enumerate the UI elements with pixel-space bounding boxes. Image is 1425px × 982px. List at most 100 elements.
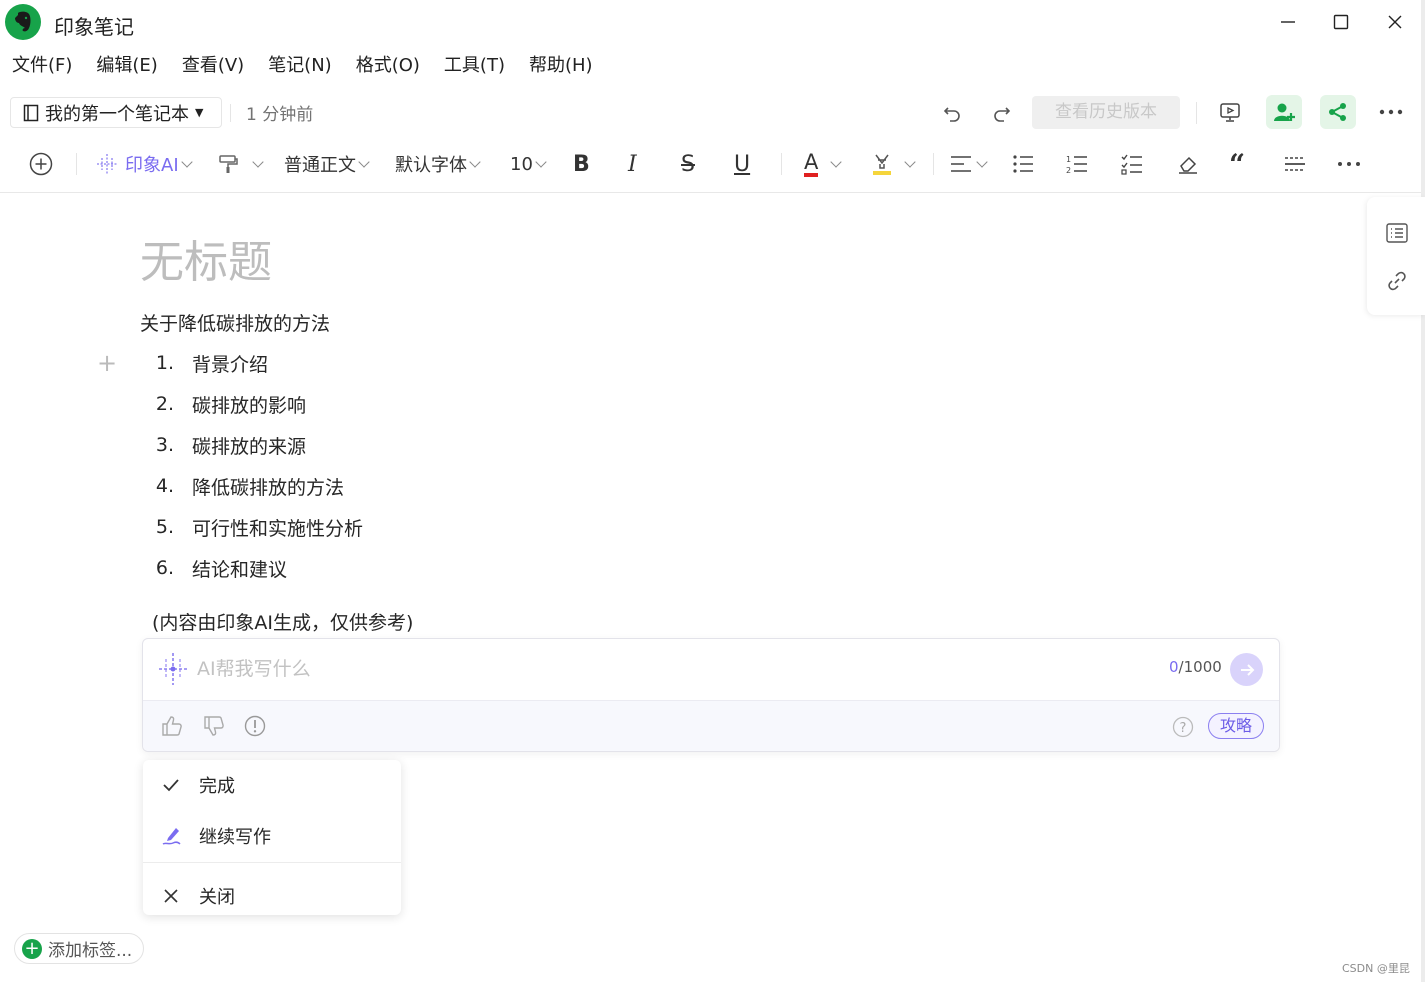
note-intro-line[interactable]: 关于降低碳排放的方法	[140, 309, 330, 336]
list-item-number: 2.	[155, 393, 174, 415]
font-dropdown[interactable]: 默认字体	[395, 140, 481, 188]
ai-disclaimer: (内容由印象AI生成，仅供参考)	[152, 612, 414, 634]
arrow-right-icon	[1240, 663, 1254, 676]
font-value: 默认字体	[395, 155, 467, 176]
check-icon	[163, 779, 179, 792]
guide-button[interactable]: 攻略	[1208, 713, 1264, 739]
note-title[interactable]: 无标题	[140, 226, 272, 290]
strikethrough-label: S	[681, 151, 695, 177]
paragraph-style-value: 普通正文	[284, 155, 356, 176]
underline-label: U	[734, 151, 751, 177]
char-counter-max: /1000	[1178, 658, 1222, 676]
sparkle-icon	[97, 154, 117, 174]
clear-format-button[interactable]	[1177, 140, 1199, 188]
title-bar: 印象笔记	[0, 0, 1421, 44]
numbered-list-button[interactable]: 1 2	[1066, 140, 1088, 188]
divider	[781, 153, 782, 175]
list-item[interactable]: 2. 碳排放的影响	[140, 386, 306, 422]
maximize-button[interactable]	[1326, 8, 1356, 36]
view-history-button[interactable]: 查看历史版本	[1032, 96, 1180, 129]
list-item[interactable]: 3. 碳排放的来源	[140, 427, 306, 463]
list-item-number: 4.	[155, 475, 174, 497]
ai-prompt-panel: 0/1000	[142, 638, 1280, 752]
undo-button[interactable]	[936, 97, 968, 129]
more-options-button[interactable]	[1374, 96, 1408, 128]
list-item-text: 背景介绍	[192, 353, 269, 376]
present-button[interactable]	[1214, 96, 1246, 128]
divider	[76, 153, 77, 175]
text-color-button[interactable]: A	[804, 140, 843, 188]
send-button[interactable]	[1230, 653, 1263, 686]
link-icon	[1388, 271, 1406, 291]
divider-line-button[interactable]	[1284, 140, 1306, 188]
highlight-button[interactable]	[872, 140, 916, 188]
underline-button[interactable]: U	[734, 140, 750, 188]
format-painter-button[interactable]	[218, 140, 264, 188]
char-counter: 0/1000	[1169, 658, 1222, 676]
close-window-button[interactable]	[1380, 8, 1410, 36]
ai-menu-button[interactable]: 印象AI	[95, 140, 193, 188]
alert-circle-icon	[244, 715, 266, 737]
side-panel	[1367, 197, 1425, 315]
checklist-button[interactable]	[1121, 140, 1143, 188]
backlink-button[interactable]	[1383, 267, 1411, 295]
redo-button[interactable]	[986, 97, 1018, 129]
quote-button[interactable]: “	[1229, 140, 1245, 188]
list-item-number: 3.	[155, 434, 174, 456]
menu-item-done[interactable]: 完成	[143, 760, 401, 810]
menu-note[interactable]: 笔记(N)	[256, 50, 344, 82]
list-item-text: 结论和建议	[192, 558, 288, 581]
list-item[interactable]: 1. 背景介绍	[140, 345, 268, 381]
menu-format[interactable]: 格式(O)	[344, 50, 432, 82]
thumbs-up-icon	[162, 716, 182, 736]
menu-tools[interactable]: 工具(T)	[432, 50, 517, 82]
menu-help[interactable]: 帮助(H)	[517, 50, 605, 82]
text-color-label: A	[804, 151, 819, 177]
ai-prompt-input[interactable]	[197, 653, 1097, 685]
italic-button[interactable]: I	[628, 140, 637, 188]
list-item[interactable]: 4. 降低碳排放的方法	[140, 468, 344, 504]
bullet-list-button[interactable]	[1012, 140, 1034, 188]
help-button[interactable]: ?	[1170, 714, 1196, 740]
font-size-value: 10	[510, 153, 533, 175]
menu-item-continue-writing[interactable]: 继续写作	[143, 811, 401, 861]
list-item[interactable]: 5. 可行性和实施性分析	[140, 509, 363, 545]
presentation-icon	[1220, 103, 1240, 122]
menu-item-close[interactable]: 关闭	[143, 871, 401, 915]
share-button[interactable]	[1320, 95, 1356, 129]
menu-view[interactable]: 查看(V)	[170, 50, 256, 82]
like-button[interactable]	[159, 713, 185, 739]
bold-button[interactable]: B	[573, 140, 590, 188]
char-counter-current: 0	[1169, 658, 1179, 676]
more-horizontal-icon	[1338, 162, 1360, 166]
outline-icon	[1386, 223, 1408, 243]
numbered-list-icon: 1 2	[1066, 155, 1087, 175]
minimize-button[interactable]	[1273, 8, 1303, 36]
menu-edit[interactable]: 编辑(E)	[84, 50, 169, 82]
ai-input-row: 0/1000	[143, 639, 1279, 700]
dislike-button[interactable]	[201, 713, 227, 739]
add-tag-button[interactable]: + 添加标签...	[14, 933, 144, 964]
quote-label: “	[1229, 147, 1246, 181]
ai-menu-label: 印象AI	[125, 155, 179, 176]
align-left-icon	[951, 156, 971, 172]
insert-button[interactable]	[28, 140, 54, 188]
font-size-dropdown[interactable]: 10	[510, 140, 547, 188]
svg-text:2: 2	[1066, 166, 1071, 175]
outline-button[interactable]	[1383, 219, 1411, 247]
paragraph-style-dropdown[interactable]: 普通正文	[284, 140, 370, 188]
menu-file[interactable]: 文件(F)	[0, 50, 84, 82]
divider	[933, 153, 934, 175]
plus-circle-icon	[29, 152, 53, 176]
list-item[interactable]: 6. 结论和建议	[140, 550, 287, 586]
share-with-people-button[interactable]	[1266, 95, 1302, 129]
align-dropdown[interactable]	[950, 140, 988, 188]
bullet-list-icon	[1013, 155, 1033, 173]
strikethrough-button[interactable]: S	[681, 140, 695, 188]
toolbar-more-button[interactable]	[1337, 140, 1361, 188]
highlighter-icon	[873, 154, 891, 175]
notebook-selector[interactable]: 我的第一个笔记本 ▼	[10, 97, 222, 128]
report-button[interactable]	[242, 713, 268, 739]
block-add-icon[interactable]: +	[97, 349, 117, 377]
last-updated: 1 分钟前	[246, 105, 314, 125]
